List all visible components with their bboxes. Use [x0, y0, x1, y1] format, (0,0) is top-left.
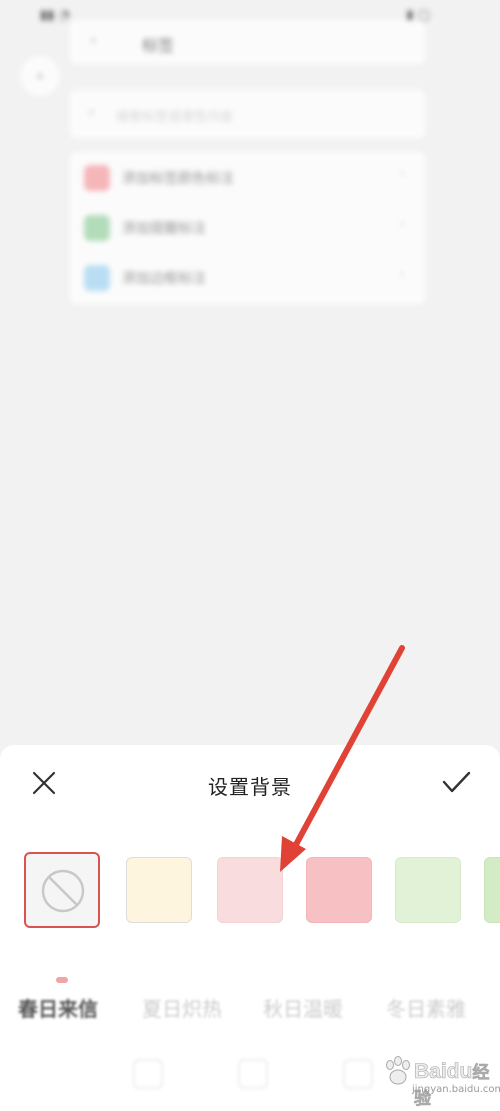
swatch-light-green[interactable]: [395, 857, 461, 923]
swatch-pink[interactable]: [306, 857, 372, 923]
watermark-domain: jingyan.baidu.com: [412, 1084, 500, 1095]
close-button[interactable]: [28, 767, 60, 799]
list-item: 添加边框标注 ›: [70, 252, 425, 302]
list-item-label: 添加提醒标注: [122, 221, 206, 237]
chevron-right-icon: ›: [399, 216, 405, 232]
search-placeholder: 搜索标签或便签内容: [116, 110, 234, 125]
more-icon: [343, 1059, 373, 1089]
chevron-right-icon: ›: [399, 266, 405, 282]
check-icon: [442, 771, 471, 793]
tab-autumn[interactable]: 秋日温暖: [263, 993, 343, 1022]
list-item-label: 添加标签颜色标注: [122, 171, 234, 187]
paw-logo-icon: [386, 1056, 410, 1085]
swatch-green[interactable]: [484, 857, 500, 923]
swatch-none[interactable]: [24, 852, 100, 928]
share-icon: [133, 1059, 163, 1089]
tab-spring[interactable]: 春日来信: [18, 993, 98, 1022]
confirm-button[interactable]: [440, 767, 472, 799]
chevron-right-icon: ›: [399, 166, 405, 182]
header-title: 标签: [142, 36, 175, 55]
tab-winter[interactable]: 冬日素雅: [386, 993, 466, 1022]
baidu-watermark: Baidu经验 jingyan.baidu.com: [380, 1056, 500, 1108]
list-item-label: 添加边框标注: [122, 271, 206, 287]
edit-icon: [238, 1059, 268, 1089]
tag-color-dot: [84, 265, 110, 291]
signal-icon: ▮▮ ◔: [40, 8, 70, 23]
tag-list: 添加标签颜色标注 › 添加提醒标注 › 添加边框标注 ›: [70, 152, 425, 304]
list-item: 添加提醒标注 ›: [70, 202, 425, 252]
swatch-light-pink[interactable]: [217, 857, 283, 923]
sheet-title: 设置背景: [208, 775, 292, 799]
swatch-cream[interactable]: [126, 857, 192, 923]
theme-tabs: 春日来信 夏日炽热 秋日温暖 冬日素雅: [0, 983, 500, 1033]
list-item: 添加标签颜色标注 ›: [70, 152, 425, 202]
back-button: ‹: [20, 56, 60, 96]
no-background-icon: [41, 869, 85, 913]
search-bar: ⌕ 搜索标签或便签内容: [70, 90, 425, 138]
close-icon: [32, 771, 56, 795]
background-screen: ▮▮ ◔ ▮ ▢ ‹ 标签 ‹ ⌕ 搜索标签或便签内容 添加标签颜色标注 › 添…: [0, 0, 500, 745]
tab-summer[interactable]: 夏日炽热: [142, 993, 222, 1022]
tag-color-dot: [84, 215, 110, 241]
chevron-left-icon: ‹: [90, 30, 97, 49]
header-card: ‹ 标签: [70, 20, 425, 64]
search-icon: ⌕: [88, 104, 96, 120]
tag-color-dot: [84, 165, 110, 191]
